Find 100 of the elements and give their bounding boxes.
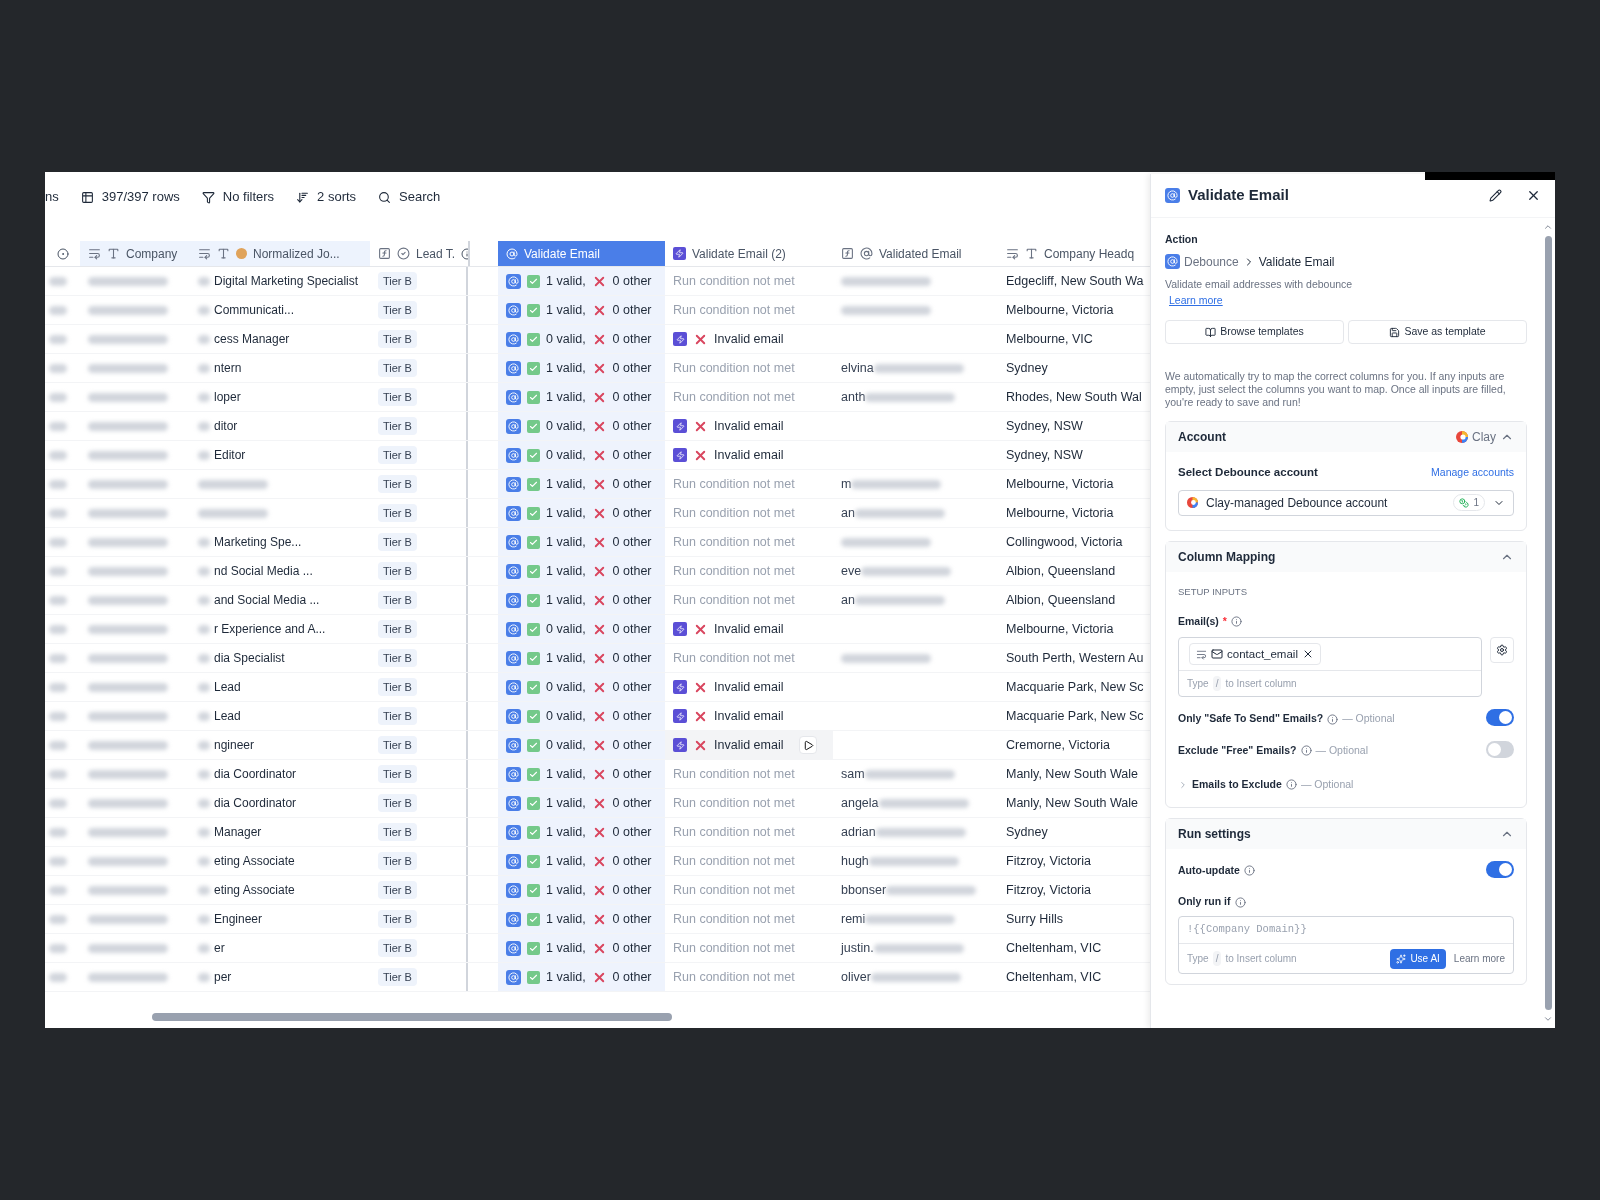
job-title-cell-text: Lead (214, 708, 241, 725)
status-text: Run condition not met (673, 765, 795, 783)
breadcrumb-link[interactable]: Debounce (1184, 252, 1239, 271)
account-select[interactable]: Clay-managed Debounce account 1 (1178, 489, 1514, 516)
enrichment-icon (673, 419, 687, 433)
breadcrumb-item: Validate Email (1258, 253, 1335, 271)
action-description: Validate email addresses with debounce (1165, 276, 1354, 292)
hint-text: to Insert column (1225, 952, 1297, 966)
redacted-text (198, 450, 210, 460)
toggle-switch[interactable] (1486, 709, 1514, 727)
other-count: 0 other (612, 678, 652, 696)
job-title-cell-text: ngineer (214, 737, 255, 754)
check-icon (527, 477, 540, 491)
search-button[interactable]: Search (378, 187, 441, 207)
condition-input-field[interactable]: !{{Company Domain}} Type / to Insert column Use AI Learn more (1178, 916, 1514, 974)
toggle-switch[interactable] (1486, 741, 1514, 758)
column-header[interactable]: Validated Email (833, 241, 998, 266)
filter-icon (201, 190, 215, 204)
column-header[interactable]: Normalized Jo... (190, 241, 370, 266)
at-sign-icon (506, 621, 521, 637)
check-icon (527, 390, 540, 404)
filters-button[interactable]: No filters (201, 187, 275, 207)
redacted-text (198, 972, 210, 982)
valid-count: 0 valid, (546, 620, 586, 638)
manage-accounts-link[interactable]: Manage accounts (1431, 465, 1514, 481)
other-count: 0 other (612, 736, 652, 754)
redacted-text (49, 972, 67, 982)
horizontal-scrollbar[interactable] (152, 1013, 672, 1021)
headquarters-cell-text: Sydney, NSW (1006, 446, 1083, 464)
status-text: Invalid email (714, 620, 784, 638)
section-title: Column Mapping (1178, 548, 1276, 566)
close-icon[interactable] (1526, 188, 1541, 203)
column-chip[interactable]: contact_email (1189, 643, 1321, 666)
sort-icon (296, 190, 310, 204)
column-header[interactable]: Validate Email (2) (665, 241, 833, 266)
tier-tag: Tier B (378, 300, 417, 320)
redacted-text (198, 885, 210, 895)
add-column-icon[interactable] (56, 247, 69, 260)
use-ai-button[interactable]: Use AI (1390, 948, 1446, 969)
other-count: 0 other (612, 359, 652, 377)
job-title-cell-text: eting Associate (214, 853, 295, 870)
other-count: 0 other (612, 939, 652, 957)
valid-count: 1 valid, (546, 852, 586, 870)
at-sign-icon (506, 911, 521, 927)
tier-tag: Tier B (378, 706, 417, 726)
headquarters-cell-text: Albion, Queensland (1006, 591, 1116, 609)
tier-tag: Tier B (378, 822, 417, 842)
at-sign-icon (506, 969, 521, 985)
check-icon (527, 506, 540, 520)
status-text: Run condition not met (673, 388, 795, 406)
headquarters-cell-text: Melbourne, Victoria (1006, 475, 1114, 493)
toggle-switch[interactable] (1486, 860, 1514, 878)
check-circle-icon (397, 247, 410, 260)
column-header[interactable]: Company Headq (998, 241, 1150, 266)
job-title-cell-text: eting Associate (214, 882, 295, 899)
valid-count: 1 valid, (546, 910, 586, 928)
status-text: Invalid email (714, 446, 784, 464)
browse-templates-button[interactable]: Browse templates (1165, 320, 1344, 345)
redacted-text (49, 595, 67, 605)
other-count: 0 other (612, 910, 652, 928)
hint-text: Type (1187, 952, 1209, 966)
scroll-down-icon[interactable] (1543, 1014, 1553, 1024)
play-icon (802, 739, 814, 751)
at-sign-icon (506, 940, 521, 956)
settings-icon (1496, 644, 1508, 657)
settings-button[interactable] (1490, 637, 1514, 664)
email-input-field[interactable]: contact_email Type / to Insert column (1178, 637, 1482, 698)
valid-count: 1 valid, (546, 504, 586, 522)
enrichment-icon (673, 247, 686, 260)
scroll-up-icon[interactable] (1543, 222, 1553, 232)
column-header[interactable]: Lead T. (370, 241, 468, 266)
valid-count: 1 valid, (546, 388, 586, 406)
headquarters-cell-text: Melbourne, Victoria (1006, 504, 1114, 522)
redacted-text (198, 305, 210, 315)
redacted-text (198, 827, 210, 837)
columns-label[interactable]: ns (45, 187, 59, 207)
check-icon (527, 970, 540, 984)
learn-more-link[interactable]: Learn more (1169, 292, 1527, 309)
sorts-button[interactable]: 2 sorts (296, 187, 357, 207)
column-header[interactable]: Company (80, 241, 190, 266)
redacted-text (49, 827, 67, 837)
rows-count[interactable]: 397/397 rows (80, 187, 180, 207)
save-template-button[interactable]: Save as template (1348, 320, 1527, 345)
check-icon (527, 854, 540, 868)
check-icon (527, 767, 540, 781)
vertical-scrollbar[interactable] (1544, 236, 1552, 1010)
learn-more-link[interactable]: Learn more (1453, 951, 1505, 966)
redacted-text (49, 508, 67, 518)
redacted-text (198, 914, 210, 924)
valid-count: 1 valid, (546, 562, 586, 580)
valid-count: 0 valid, (546, 678, 586, 696)
at-sign-icon (506, 592, 521, 608)
redacted-text (49, 537, 67, 547)
column-header[interactable]: Validate Email (498, 241, 665, 266)
section-title: Run settings (1178, 825, 1251, 843)
edit-icon[interactable] (1489, 189, 1502, 202)
check-icon (527, 622, 540, 636)
run-button[interactable] (799, 736, 817, 754)
status-text: Run condition not met (673, 794, 795, 812)
tier-tag: Tier B (378, 590, 417, 610)
